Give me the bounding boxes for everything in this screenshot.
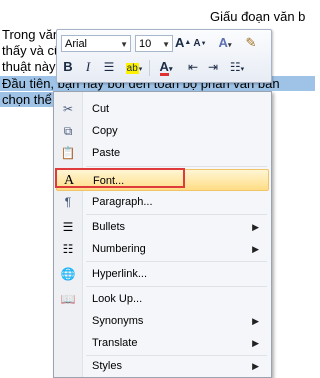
chevron-down-icon[interactable]: ▼: [162, 36, 170, 53]
format-painter-button[interactable]: ✎: [242, 34, 260, 52]
font-color-button[interactable]: A▾: [155, 58, 177, 76]
lookup-icon: 📖: [60, 292, 76, 306]
menu-item-paste[interactable]: 📋 Paste: [56, 142, 269, 164]
menu-item-cut[interactable]: ✂ Cut: [56, 98, 269, 120]
font-color-icon: A: [159, 59, 169, 76]
menu-separator: [86, 166, 267, 167]
format-painter-icon: ✎: [245, 35, 257, 50]
submenu-arrow-icon: ▶: [252, 316, 259, 326]
italic-button[interactable]: I: [81, 58, 95, 76]
menu-item-numbering[interactable]: ☷ Numbering ▶: [56, 238, 269, 260]
doc-line-title: Giấu đoạn văn b: [210, 9, 306, 24]
menu-item-lookup[interactable]: 📖 Look Up...: [56, 288, 269, 310]
shrink-font-button[interactable]: A▼: [193, 35, 207, 53]
submenu-arrow-icon: ▶: [252, 244, 259, 254]
increase-indent-button[interactable]: ⇥: [205, 58, 221, 76]
selected-text-line[interactable]: chọn thể: [0, 92, 54, 107]
menu-separator: [86, 261, 267, 262]
menu-item-copy[interactable]: ⧉ Copy: [56, 120, 269, 142]
paste-icon: 📋: [60, 146, 76, 160]
submenu-arrow-icon: ▶: [252, 361, 259, 371]
font-name-combo[interactable]: Arial ▼: [61, 35, 131, 52]
grow-font-icon: A: [175, 35, 185, 50]
highlight-button[interactable]: ab▾: [123, 58, 145, 76]
doc-line: thuật này: [2, 59, 56, 74]
decrease-indent-icon: ⇤: [187, 60, 199, 74]
menu-item-bullets[interactable]: ☰ Bullets ▶: [56, 216, 269, 238]
submenu-arrow-icon: ▶: [252, 222, 259, 232]
menu-separator: [86, 214, 267, 215]
menu-item-synonyms[interactable]: Synonyms ▶: [56, 310, 269, 332]
font-size-combo[interactable]: 10 ▼: [135, 35, 173, 52]
grow-font-button[interactable]: A▲: [175, 34, 191, 52]
highlight-annotation-box: [55, 168, 185, 188]
bullets-button[interactable]: ☷▾: [227, 58, 247, 76]
numbering-icon: ☷: [62, 242, 74, 256]
paragraph-icon: ¶: [64, 195, 72, 209]
chevron-down-icon[interactable]: ▼: [120, 36, 128, 53]
decrease-indent-button[interactable]: ⇤: [185, 58, 201, 76]
toolbar-separator: [149, 60, 150, 76]
bullets-icon: ☷: [229, 60, 241, 74]
font-name-value: Arial: [65, 38, 88, 50]
bold-button[interactable]: B: [61, 58, 75, 76]
hyperlink-icon: 🌐: [60, 267, 76, 281]
menu-separator: [86, 286, 267, 287]
bullets-icon: ☰: [62, 220, 74, 234]
font-size-value: 10: [139, 38, 152, 50]
menu-item-translate[interactable]: Translate ▶: [56, 332, 269, 354]
copy-icon: ⧉: [63, 124, 73, 138]
context-menu: ✂ Cut ⧉ Copy 📋 Paste A Font... ¶ Paragra…: [53, 91, 272, 378]
shrink-font-icon: A: [193, 38, 201, 49]
highlighter-icon: ab: [125, 63, 139, 74]
scissors-icon: ✂: [62, 102, 74, 116]
styles-icon: A: [218, 35, 228, 50]
align-center-icon: ☰: [103, 60, 115, 74]
menu-item-paragraph[interactable]: ¶ Paragraph...: [56, 191, 269, 213]
menu-item-styles[interactable]: Styles ▶: [56, 355, 269, 377]
menu-item-hyperlink[interactable]: 🌐 Hyperlink...: [56, 263, 269, 285]
increase-indent-icon: ⇥: [207, 60, 219, 74]
submenu-arrow-icon: ▶: [252, 338, 259, 348]
styles-button[interactable]: A▾: [215, 34, 235, 52]
center-align-button[interactable]: ☰: [101, 58, 117, 76]
mini-toolbar: Arial ▼ 10 ▼ A▲ A▼ A▾ ✎ B I ☰ ab▾ A▾ ⇤ ⇥…: [56, 29, 272, 83]
